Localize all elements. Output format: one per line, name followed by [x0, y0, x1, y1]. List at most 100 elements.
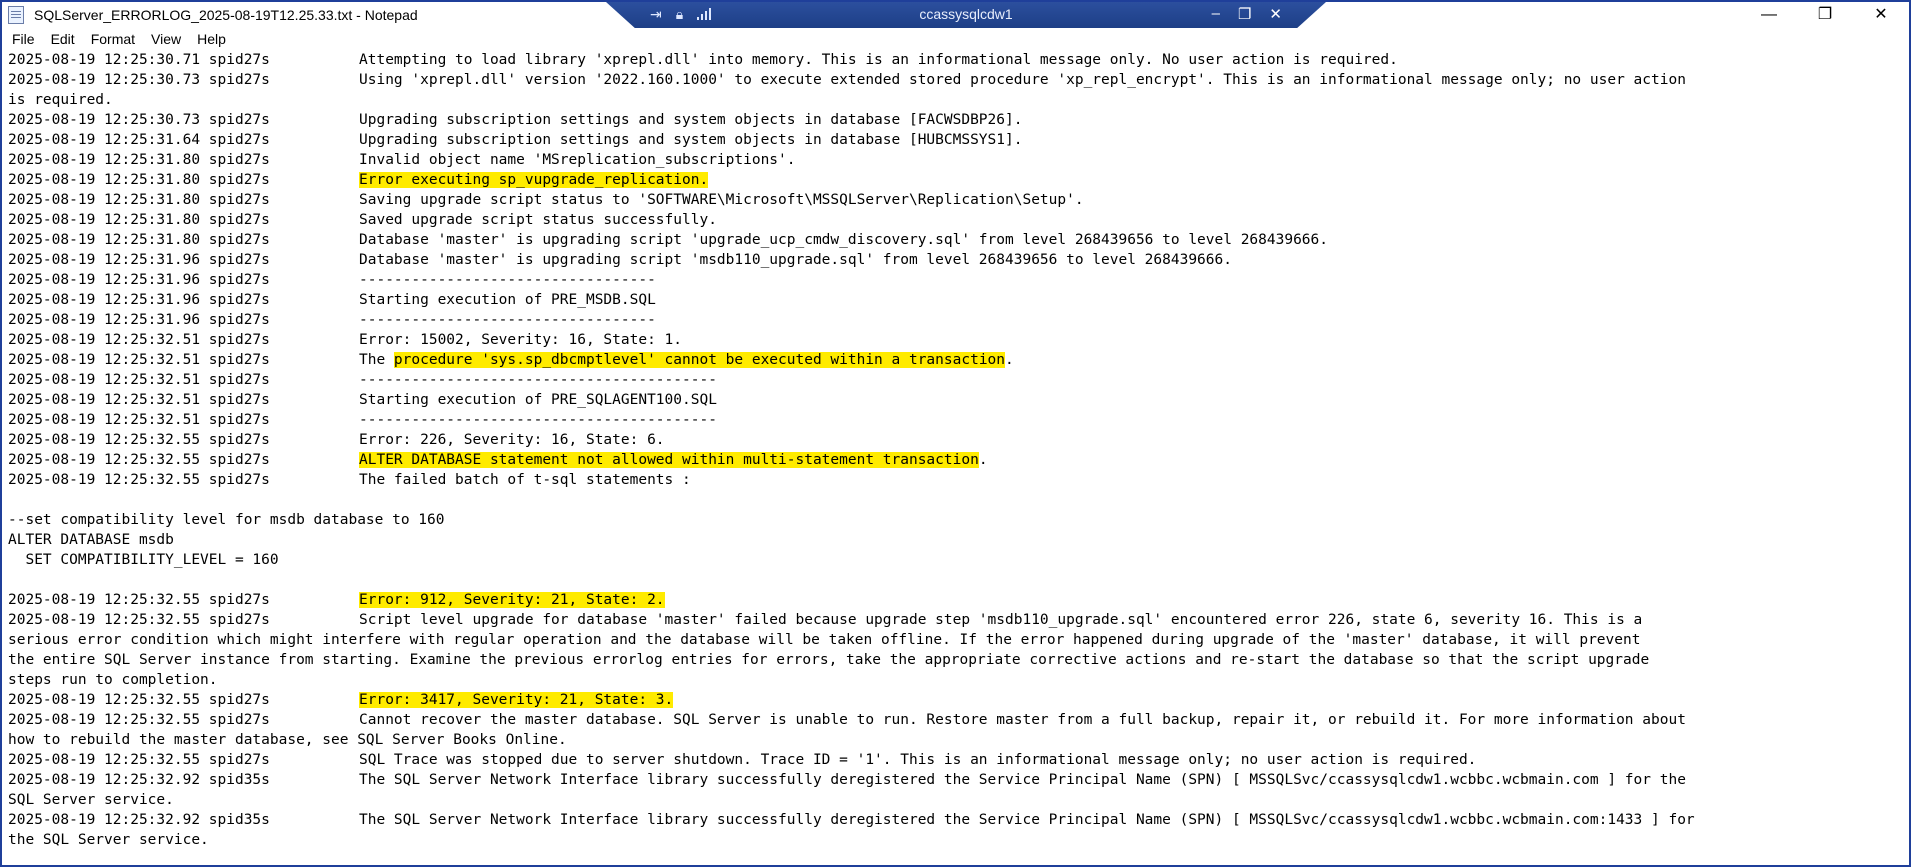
menu-bar: File Edit Format View Help [2, 28, 1909, 50]
title-bar[interactable]: SQLServer_ERRORLOG_2025-08-19T12.25.33.t… [2, 2, 1909, 28]
log-line: 2025-08-19 12:25:31.96 spid27s Database '… [8, 250, 1909, 270]
log-line: 2025-08-19 12:25:30.73 spid27s Upgrading … [8, 110, 1909, 130]
log-line: 2025-08-19 12:25:32.51 spid27s ----------… [8, 370, 1909, 390]
log-timestamp: 2025-08-19 12:25:30.73 spid27s [8, 112, 270, 128]
notepad-window: SQLServer_ERRORLOG_2025-08-19T12.25.33.t… [0, 0, 1911, 867]
remote-restore-button[interactable]: ❐ [1238, 5, 1251, 23]
log-line: 2025-08-19 12:25:32.55 spid27s Error: 912… [8, 590, 1909, 610]
menu-format[interactable]: Format [83, 31, 143, 47]
log-line: 2025-08-19 12:25:31.64 spid27s Upgrading … [8, 130, 1909, 150]
log-line: 2025-08-19 12:25:30.73 spid27s Using 'xpr… [8, 70, 1909, 90]
log-line: 2025-08-19 12:25:31.80 spid27s Invalid ob… [8, 150, 1909, 170]
log-continuation: how to rebuild the master database, see … [8, 732, 567, 748]
log-timestamp: 2025-08-19 12:25:32.51 spid27s [8, 332, 270, 348]
log-line: 2025-08-19 12:25:32.51 spid27s ----------… [8, 410, 1909, 430]
maximize-button[interactable]: ❐ [1797, 2, 1853, 28]
log-timestamp: 2025-08-19 12:25:32.55 spid27s [8, 472, 270, 488]
log-message: Using 'xprepl.dll' version '2022.160.100… [359, 72, 1686, 88]
log-timestamp: 2025-08-19 12:25:31.80 spid27s [8, 152, 270, 168]
log-message: Starting execution of PRE_MSDB.SQL [359, 292, 656, 308]
log-line: 2025-08-19 12:25:32.55 spid27s The failed… [8, 470, 1909, 490]
log-timestamp: 2025-08-19 12:25:32.55 spid27s [8, 712, 270, 728]
log-message: . [978, 452, 988, 468]
log-timestamp: 2025-08-19 12:25:32.55 spid27s [8, 612, 270, 628]
log-line: 2025-08-19 12:25:32.55 spid27s ALTER DATA… [8, 450, 1909, 470]
remote-minimize-button[interactable]: – [1212, 5, 1220, 23]
log-message: Starting execution of PRE_SQLAGENT100.SQ… [359, 392, 717, 408]
log-line: 2025-08-19 12:25:31.80 spid27s Database '… [8, 230, 1909, 250]
log-timestamp: 2025-08-19 12:25:32.55 spid27s [8, 692, 270, 708]
log-line: is required. [8, 90, 1909, 110]
log-continuation: the entire SQL Server instance from star… [8, 652, 1650, 668]
log-message: Upgrading subscription settings and syst… [359, 112, 1023, 128]
log-line: SET COMPATIBILITY_LEVEL = 160 [8, 550, 1909, 570]
log-line: 2025-08-19 12:25:32.55 spid27s Cannot rec… [8, 710, 1909, 730]
log-message: ----------------------------------------… [359, 372, 717, 388]
log-line: 2025-08-19 12:25:30.71 spid27s Attempting… [8, 50, 1909, 70]
log-line: 2025-08-19 12:25:32.51 spid27s Error: 150… [8, 330, 1909, 350]
log-line: the entire SQL Server instance from star… [8, 650, 1909, 670]
log-highlight: Error: 3417, Severity: 21, State: 3. [359, 692, 674, 708]
log-continuation: SET COMPATIBILITY_LEVEL = 160 [8, 552, 279, 568]
log-timestamp: 2025-08-19 12:25:31.96 spid27s [8, 292, 270, 308]
log-message: Cannot recover the master database. SQL … [359, 712, 1686, 728]
minimize-button[interactable]: — [1741, 2, 1797, 28]
log-line: 2025-08-19 12:25:32.92 spid35s The SQL Se… [8, 810, 1909, 830]
log-continuation: ALTER DATABASE msdb [8, 532, 174, 548]
log-continuation: the SQL Server service. [8, 832, 209, 848]
remote-close-button[interactable]: ✕ [1269, 5, 1282, 23]
log-message: Saved upgrade script status successfully… [359, 212, 717, 228]
log-timestamp: 2025-08-19 12:25:31.96 spid27s [8, 272, 270, 288]
log-line: 2025-08-19 12:25:31.96 spid27s ----------… [8, 310, 1909, 330]
log-highlight: procedure 'sys.sp_dbcmptlevel' cannot be… [393, 352, 1006, 368]
log-message: Saving upgrade script status to 'SOFTWAR… [359, 192, 1084, 208]
log-message: Invalid object name 'MSreplication_subsc… [359, 152, 796, 168]
log-message: Database 'master' is upgrading script 'm… [359, 252, 1232, 268]
log-line: 2025-08-19 12:25:31.96 spid27s ----------… [8, 270, 1909, 290]
log-timestamp: 2025-08-19 12:25:32.92 spid35s [8, 772, 270, 788]
log-timestamp: 2025-08-19 12:25:32.55 spid27s [8, 592, 270, 608]
log-timestamp: 2025-08-19 12:25:31.96 spid27s [8, 312, 270, 328]
log-continuation: steps run to completion. [8, 672, 218, 688]
log-message: SQL Trace was stopped due to server shut… [359, 752, 1477, 768]
log-message: Database 'master' is upgrading script 'u… [359, 232, 1329, 248]
log-timestamp: 2025-08-19 12:25:32.55 spid27s [8, 432, 270, 448]
menu-help[interactable]: Help [189, 31, 234, 47]
menu-edit[interactable]: Edit [43, 31, 83, 47]
log-continuation: --set compatibility level for msdb datab… [8, 512, 445, 528]
log-message: Error: 15002, Severity: 16, State: 1. [359, 332, 683, 348]
log-line: 2025-08-19 12:25:32.55 spid27s SQL Trace … [8, 750, 1909, 770]
log-line: 2025-08-19 12:25:31.80 spid27s Error exec… [8, 170, 1909, 190]
log-line: 2025-08-19 12:25:32.51 spid27s Starting e… [8, 390, 1909, 410]
log-timestamp: 2025-08-19 12:25:32.51 spid27s [8, 412, 270, 428]
log-continuation: serious error condition which might inte… [8, 632, 1641, 648]
log-text: 2025-08-19 12:25:30.71 spid27s Attempting… [2, 50, 1909, 850]
log-timestamp: 2025-08-19 12:25:32.51 spid27s [8, 352, 270, 368]
window-title: SQLServer_ERRORLOG_2025-08-19T12.25.33.t… [34, 7, 418, 23]
close-button[interactable]: ✕ [1853, 2, 1909, 28]
log-line: 2025-08-19 12:25:32.55 spid27s Error: 226… [8, 430, 1909, 450]
log-timestamp: 2025-08-19 12:25:31.80 spid27s [8, 212, 270, 228]
log-line: 2025-08-19 12:25:31.96 spid27s Starting e… [8, 290, 1909, 310]
remote-connection-bar[interactable]: ⇥ 🔒︎ ccassysqlcdw1 – ❐ ✕ [606, 2, 1326, 28]
log-timestamp: 2025-08-19 12:25:32.51 spid27s [8, 392, 270, 408]
menu-view[interactable]: View [143, 31, 189, 47]
text-editor-area[interactable]: 2025-08-19 12:25:30.71 spid27s Attempting… [2, 50, 1909, 865]
log-continuation: SQL Server service. [8, 792, 174, 808]
log-timestamp: 2025-08-19 12:25:30.73 spid27s [8, 72, 270, 88]
log-message: The [359, 352, 394, 368]
log-timestamp: 2025-08-19 12:25:31.80 spid27s [8, 192, 270, 208]
log-timestamp: 2025-08-19 12:25:32.55 spid27s [8, 752, 270, 768]
menu-file[interactable]: File [2, 31, 43, 47]
log-line: 2025-08-19 12:25:32.51 spid27s The proced… [8, 350, 1909, 370]
log-line: 2025-08-19 12:25:31.80 spid27s Saved upgr… [8, 210, 1909, 230]
log-timestamp: 2025-08-19 12:25:30.71 spid27s [8, 52, 270, 68]
log-message: . [1005, 352, 1014, 368]
log-line: steps run to completion. [8, 670, 1909, 690]
log-message: ----------------------------------------… [359, 412, 717, 428]
log-message: ---------------------------------- [359, 272, 656, 288]
log-message: The SQL Server Network Interface library… [359, 772, 1686, 788]
log-message: The SQL Server Network Interface library… [359, 812, 1695, 828]
